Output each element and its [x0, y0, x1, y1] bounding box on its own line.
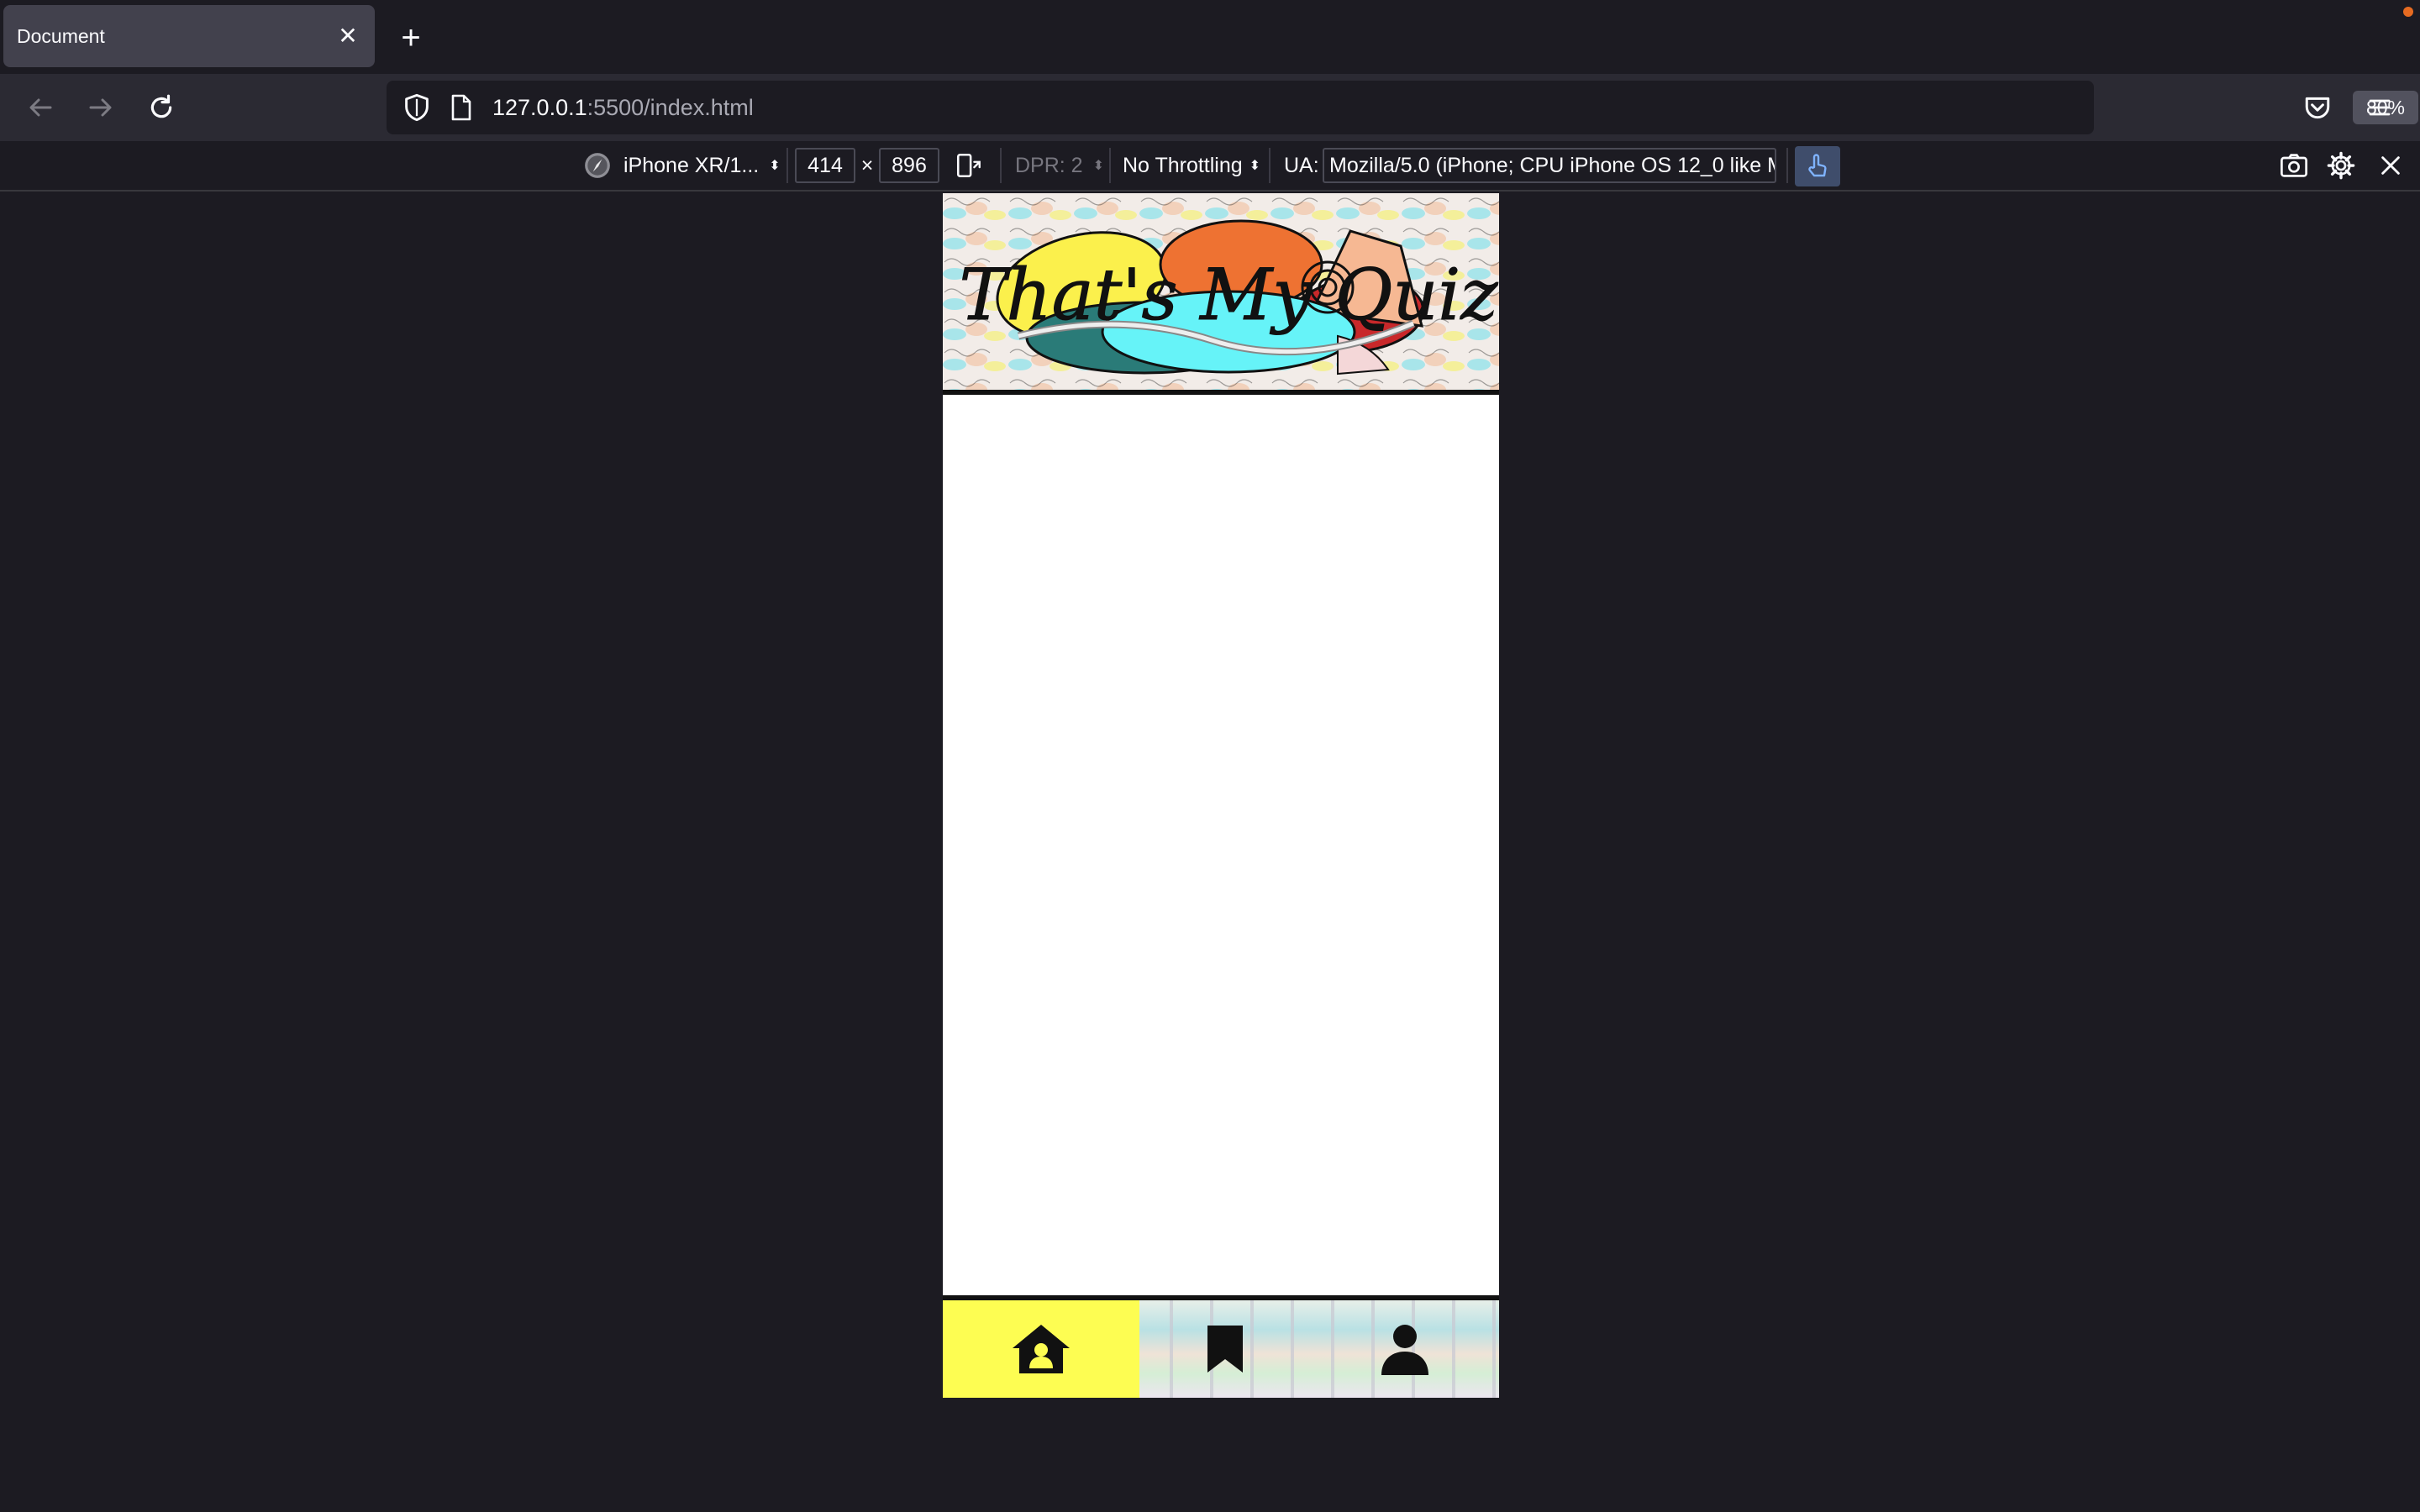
device-chevron-icon: ⬍: [769, 159, 781, 173]
toolbar-divider: [786, 148, 788, 183]
gear-icon: [2327, 151, 2355, 180]
banner-title: That's My Quiz: [959, 254, 1498, 336]
page-icon[interactable]: [449, 94, 474, 125]
dimension-times-label: ×: [860, 153, 874, 177]
screenshot-button[interactable]: [2279, 141, 2309, 190]
tab-title: Document: [17, 24, 105, 47]
bottom-navigation: [943, 1295, 1499, 1398]
notification-dot-icon: [2403, 7, 2413, 17]
pocket-button[interactable]: [2297, 87, 2338, 128]
touch-simulation-button[interactable]: [1795, 146, 1840, 186]
pocket-icon: [2305, 97, 2330, 119]
toolbar-divider: [1109, 148, 1111, 183]
nav-bookmark-button[interactable]: [1195, 1319, 1255, 1379]
dpr-selector[interactable]: DPR: 2 ⬍: [1015, 141, 1104, 190]
device-selector[interactable]: iPhone XR/1... ⬍: [583, 141, 781, 190]
forward-arrow-icon: [89, 98, 112, 117]
rotate-device-icon: [956, 153, 981, 178]
nav-home-button[interactable]: [943, 1300, 1139, 1398]
dpr-chevron-icon: ⬍: [1092, 159, 1104, 173]
nav-profile-button[interactable]: [1375, 1319, 1435, 1379]
viewport-width-input[interactable]: 414: [795, 148, 855, 183]
device-name: iPhone XR/1...: [623, 153, 760, 177]
user-agent-input[interactable]: Mozilla/5.0 (iPhone; CPU iPhone OS 12_0 …: [1323, 148, 1776, 183]
back-arrow-icon: [29, 98, 52, 117]
back-button[interactable]: [20, 87, 60, 128]
throttling-label: No Throttling: [1123, 153, 1243, 177]
tab-strip: Document ✕ +: [0, 0, 2420, 74]
toolbar-divider: [1269, 148, 1270, 183]
close-rdm-button[interactable]: [2378, 141, 2403, 190]
new-tab-button[interactable]: +: [392, 18, 430, 57]
quiz-logo-image: That's My Quiz: [943, 193, 1499, 390]
dpr-label: DPR: 2: [1015, 153, 1083, 177]
touch-hand-icon: [1808, 154, 1827, 177]
footer-pattern: [1139, 1300, 1499, 1398]
throttling-selector[interactable]: No Throttling ⬍: [1123, 141, 1260, 190]
close-icon: [2381, 156, 2400, 175]
url-bar[interactable]: 127.0.0.1:5500/index.html 80%: [387, 81, 2418, 134]
rdm-settings-button[interactable]: [2326, 141, 2356, 190]
device-viewport: That's My Quiz: [943, 193, 1499, 1398]
navigation-toolbar: 127.0.0.1:5500/index.html 80%: [0, 74, 2420, 141]
tab-close-icon[interactable]: ✕: [334, 24, 361, 48]
forward-button[interactable]: [81, 87, 121, 128]
home-user-icon: [1013, 1325, 1070, 1373]
app-menu-button[interactable]: [2360, 87, 2400, 128]
viewport-height-input[interactable]: 896: [879, 148, 939, 183]
toolbar-divider: [1786, 148, 1788, 183]
url-host: 127.0.0.1: [492, 95, 587, 120]
reload-button[interactable]: [141, 87, 182, 128]
user-agent-label: UA:: [1284, 153, 1319, 177]
safari-compass-icon: [585, 153, 610, 178]
shield-icon[interactable]: [402, 92, 432, 127]
url-path: :5500/index.html: [587, 95, 754, 120]
user-icon: [1381, 1325, 1428, 1375]
throttling-chevron-icon: ⬍: [1249, 159, 1261, 173]
header-banner: That's My Quiz: [943, 193, 1499, 395]
camera-icon: [2281, 154, 2307, 177]
rotate-viewport-button[interactable]: [955, 141, 983, 190]
responsive-design-toolbar: iPhone XR/1... ⬍ 414 × 896 DPR: 2 ⬍ No T…: [0, 141, 2420, 192]
tab-document[interactable]: Document ✕: [3, 5, 375, 67]
reload-icon: [150, 94, 172, 118]
hamburger-menu-icon: [2369, 99, 2391, 116]
url-text[interactable]: 127.0.0.1:5500/index.html: [492, 81, 754, 134]
toolbar-divider: [1000, 148, 1002, 183]
bookmark-icon: [1207, 1326, 1243, 1373]
